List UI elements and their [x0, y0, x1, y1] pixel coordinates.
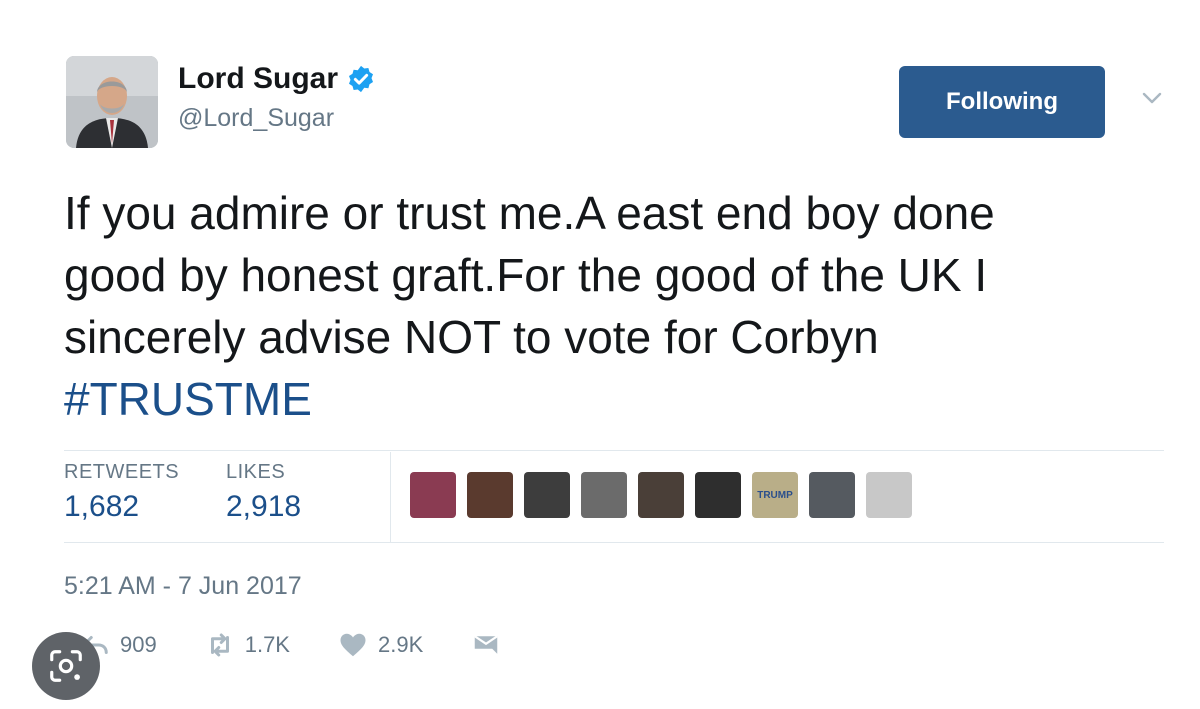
retweets-count: 1,682: [64, 490, 140, 523]
liker-avatar-6[interactable]: [695, 472, 741, 518]
tweet-text-line: If you admire or trust me.A east end boy…: [64, 187, 995, 239]
liker-avatar-3[interactable]: [524, 472, 570, 518]
hashtag-link[interactable]: #TRUSTME: [64, 368, 1184, 430]
stats-top-divider: [64, 450, 1164, 451]
likes-label: LIKES: [226, 461, 286, 483]
retweet-icon: [210, 633, 229, 657]
stats-bottom-divider: [64, 542, 1164, 543]
lens-search-icon: [50, 650, 82, 682]
liker-avatar-1[interactable]: [410, 472, 456, 518]
author-name-row: Lord Sugar: [178, 62, 376, 96]
liker-avatar-2[interactable]: [467, 472, 513, 518]
tweet-actions: 909 1.7K 2.9K: [80, 630, 549, 660]
profile-photo: [66, 56, 158, 148]
verified-badge-icon: [349, 65, 374, 93]
like-action[interactable]: 2.9K: [338, 630, 423, 660]
retweet-count: 1.7K: [244, 632, 290, 657]
tweet-text: If you admire or trust me.A east end boy…: [64, 182, 1184, 430]
liker-avatar-7-text: TRUMP: [757, 489, 793, 501]
retweet-action[interactable]: 1.7K: [205, 630, 290, 660]
stats-separator: [390, 452, 391, 542]
tweet-text-line: sincerely advise NOT to vote for Corbyn: [64, 311, 879, 363]
direct-message-action[interactable]: [471, 630, 501, 660]
chevron-down-icon[interactable]: [1140, 86, 1164, 110]
lens-search-button[interactable]: [32, 632, 100, 700]
following-button[interactable]: Following: [899, 66, 1105, 138]
author-display-name[interactable]: Lord Sugar: [178, 62, 338, 96]
liker-avatars: TRUMP: [410, 472, 923, 518]
direct-message-icon: [474, 635, 499, 654]
likes-stat[interactable]: LIKES 2,918: [226, 461, 301, 524]
retweets-label: RETWEETS: [64, 461, 180, 483]
tweet-text-line: good by honest graft.For the good of the…: [64, 249, 988, 301]
liker-avatar-7[interactable]: TRUMP: [752, 472, 798, 518]
reply-count: 909: [120, 632, 157, 657]
author-handle[interactable]: @Lord_Sugar: [178, 104, 334, 133]
likes-count: 2,918: [226, 490, 302, 523]
liker-avatar-9[interactable]: [866, 472, 912, 518]
tweet-timestamp[interactable]: 5:21 AM - 7 Jun 2017: [64, 572, 302, 601]
liker-avatar-5[interactable]: [638, 472, 684, 518]
liker-avatar-8[interactable]: [809, 472, 855, 518]
liker-avatar-4[interactable]: [581, 472, 627, 518]
like-count: 2.9K: [377, 632, 424, 657]
retweets-stat[interactable]: RETWEETS 1,682: [64, 461, 179, 524]
heart-icon: [340, 633, 366, 657]
author-avatar[interactable]: [66, 56, 158, 148]
